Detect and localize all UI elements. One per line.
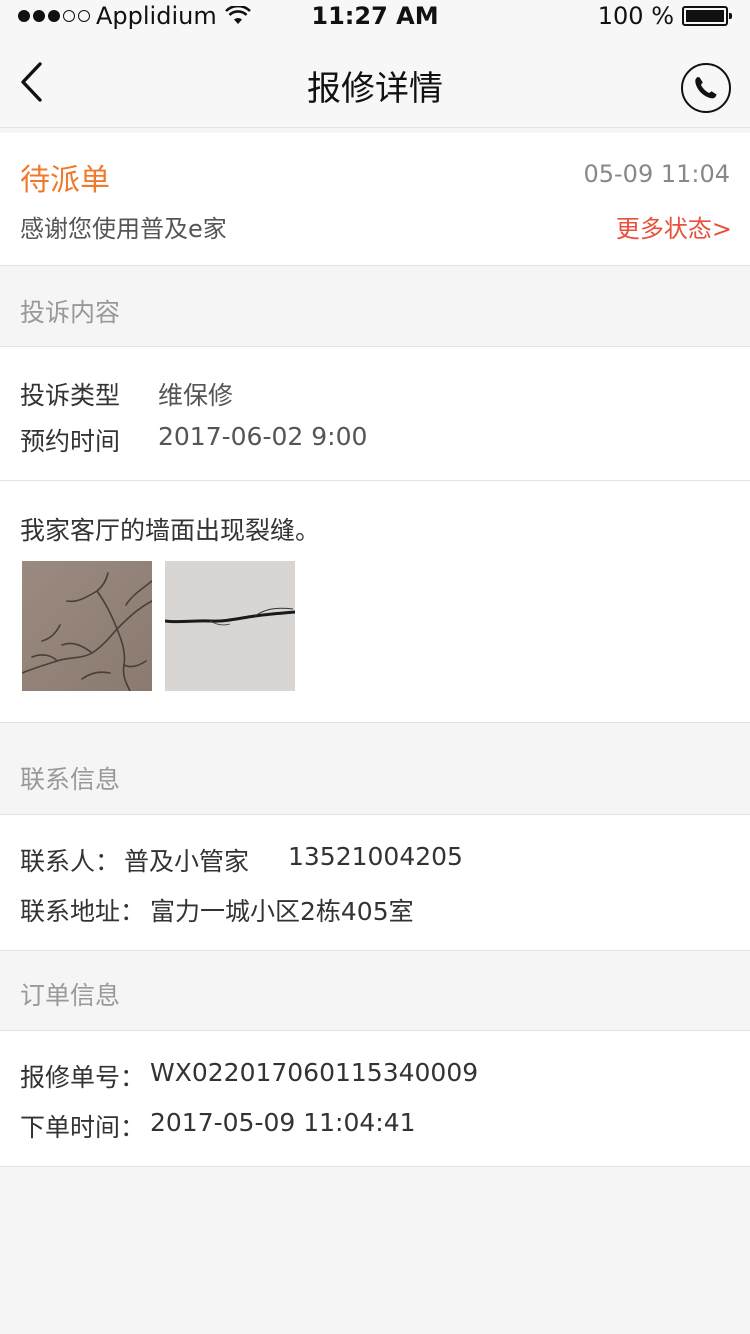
order-created-label: 下单时间： [20, 1113, 146, 1142]
battery-percent: 100 % [597, 2, 674, 30]
navigation-bar: 报修详情 [0, 34, 750, 128]
contact-details-card: 联系人： 普及小管家 13521004205 联系地址： 富力一城小区2栋405… [0, 815, 750, 951]
battery-icon [682, 6, 732, 26]
complaint-description-card: 我家客厅的墙面出现裂缝。 [0, 481, 750, 723]
order-section-header: 订单信息 [0, 951, 750, 1031]
more-status-link[interactable]: 更多状态> [616, 209, 732, 244]
battery-group: 100 % [597, 2, 732, 30]
contact-address-label: 联系地址： [20, 897, 146, 926]
contact-person-value: 普及小管家 [124, 847, 250, 876]
contact-address-value: 富力一城小区2栋405室 [150, 897, 414, 926]
wall-crack-photo-2[interactable] [165, 561, 295, 691]
complaint-details-card: 投诉类型 维保修 预约时间 2017-06-02 9:00 [0, 347, 750, 481]
complaint-description: 我家客厅的墙面出现裂缝。 [20, 516, 321, 545]
complaint-type-value: 维保修 [158, 381, 234, 410]
contact-phone[interactable]: 13521004205 [288, 842, 463, 871]
order-created-value: 2017-05-09 11:04:41 [150, 1108, 416, 1137]
thank-you-message: 感谢您使用普及e家 [20, 215, 227, 243]
order-details-card: 报修单号： WX022017060115340009 下单时间： 2017-05… [0, 1031, 750, 1167]
contact-section-header: 联系信息 [0, 723, 750, 815]
section-title: 投诉内容 [20, 298, 121, 327]
phone-icon [695, 76, 717, 99]
order-state: 待派单 [20, 163, 110, 198]
section-title: 联系信息 [20, 765, 121, 794]
wall-crack-photo-1[interactable] [22, 561, 152, 691]
section-title: 订单信息 [20, 981, 121, 1010]
status-bar: Applidium 11:27 AM 100 % [0, 0, 750, 34]
appointment-label: 预约时间 [20, 427, 121, 456]
appointment-value: 2017-06-02 9:00 [158, 422, 368, 451]
call-button[interactable] [681, 63, 731, 113]
contact-person-label: 联系人： [20, 847, 121, 876]
order-status-time: 05-09 11:04 [583, 160, 730, 188]
order-number-value: WX022017060115340009 [150, 1058, 479, 1087]
page-title: 报修详情 [307, 69, 443, 109]
complaint-section-header: 投诉内容 [0, 266, 750, 347]
order-number-label: 报修单号： [20, 1063, 146, 1092]
complaint-type-label: 投诉类型 [20, 381, 121, 410]
order-status-card: 待派单 05-09 11:04 感谢您使用普及e家 更多状态> [0, 133, 750, 266]
